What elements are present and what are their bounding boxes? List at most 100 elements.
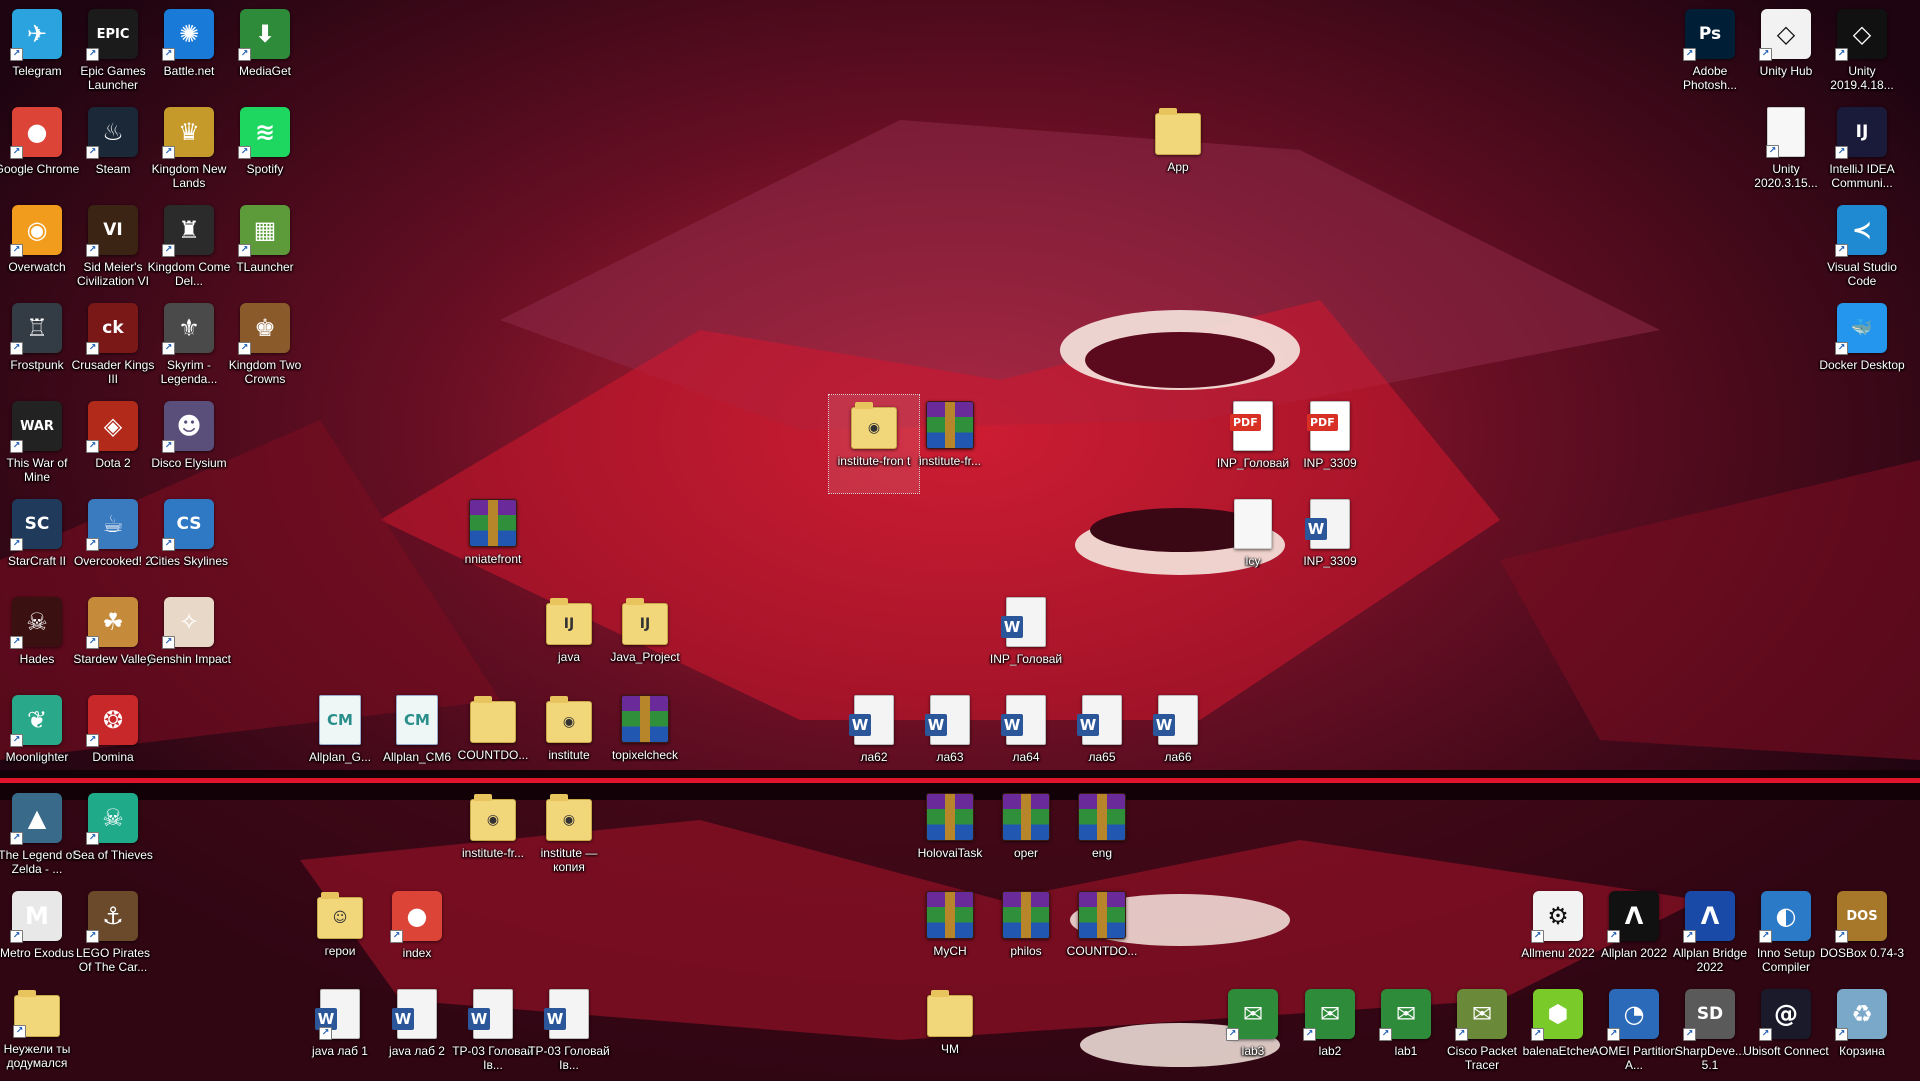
shortcut-arrow-icon: ↗ (1379, 1028, 1392, 1041)
shortcut-arrow-icon: ↗ (86, 832, 99, 845)
hades-icon: ☠ ↗ (10, 597, 62, 649)
desktop-icon-visual-studio-code[interactable]: ≺ ↗ Visual Studio Code (1817, 199, 1907, 297)
docker-icon: 🐳 ↗ (1835, 303, 1887, 355)
recycle-bin-icon: ♻ ↗ (1835, 989, 1887, 1041)
desktop-icon-java-project[interactable]: IJ Java_Project (600, 591, 690, 689)
shortcut-arrow-icon: ↗ (10, 832, 23, 845)
desktop-icon-label: Visual Studio Code (1827, 260, 1897, 288)
shortcut-arrow-icon: ↗ (10, 930, 23, 943)
folder-icon (927, 990, 973, 1037)
shortcut-arrow-icon: ↗ (86, 48, 99, 61)
cisco-packet-tracer-icon: ✉ ↗ (1455, 989, 1507, 1041)
desktop-icon-institute-копия[interactable]: ◉ institute — копия (524, 787, 614, 885)
desktop-icon-countdo[interactable]: COUNTDO... (1057, 885, 1147, 983)
epic-games-icon: EPIC ↗ (86, 9, 138, 61)
genshin-impact-icon: ✧ ↗ (162, 597, 214, 649)
civilization-icon: VI ↗ (86, 205, 138, 257)
desktop-icon-inp-3309[interactable]: W INP_3309 (1285, 493, 1375, 591)
desktop-icon-label: Корзина (1839, 1044, 1885, 1058)
desktop-icon-genshin-impact[interactable]: ✧ ↗ Genshin Impact (144, 591, 234, 689)
shortcut-arrow-icon: ↗ (1531, 1028, 1544, 1041)
shortcut-arrow-icon: ↗ (86, 440, 99, 453)
shortcut-arrow-icon: ↗ (238, 146, 251, 159)
cm-file-icon: CM (319, 695, 361, 745)
intellij-folder-icon: IJ (546, 598, 592, 645)
desktop-icon-eng[interactable]: eng (1057, 787, 1147, 885)
crusader-kings-icon: ck ↗ (86, 303, 138, 355)
desktop-icon-label: index (402, 946, 432, 960)
shortcut-arrow-icon: ↗ (1759, 1028, 1772, 1041)
pdf-file-icon: PDF (1307, 401, 1350, 451)
minecraft-block-icon: ▦ ↗ (238, 205, 290, 257)
packet-tracer-file-icon: ✉ ↗ (1303, 989, 1355, 1041)
desktop-icon-label: Genshin Impact (146, 652, 232, 666)
shortcut-arrow-icon: ↗ (162, 244, 175, 257)
shortcut-arrow-icon: ↗ (10, 734, 23, 747)
shortcut-arrow-icon: ↗ (86, 146, 99, 159)
folder-icon: ☺ (317, 892, 363, 939)
desktop-icon-inp-3309[interactable]: PDF INP_3309 (1285, 395, 1375, 493)
desktop-icon-label: institute-fr... (918, 454, 982, 468)
desktop-icon-docker-desktop[interactable]: 🐳 ↗ Docker Desktop (1817, 297, 1907, 395)
desktop-icon-тр-03-головай-ів[interactable]: W ТР-03 Головай Ів... (524, 983, 614, 1081)
overcooked-icon: ☕ ↗ (86, 499, 138, 551)
desktop-icon-label: LEGO Pirates Of The Car... (75, 946, 151, 974)
desktop-icon-label: ЧМ (941, 1042, 959, 1056)
shortcut-arrow-icon: ↗ (1303, 1028, 1316, 1041)
domina-icon: ❂ ↗ (86, 695, 138, 747)
shortcut-arrow-icon: ↗ (1455, 1028, 1468, 1041)
sea-of-thieves-icon: ☠ ↗ (86, 793, 138, 845)
desktop-icon-корзина[interactable]: ♻ ↗ Корзина (1817, 983, 1907, 1081)
desktop-icon-intellij-idea-communi[interactable]: IJ ↗ IntelliJ IDEA Communi... (1817, 101, 1907, 199)
desktop-icon-sea-of-thieves[interactable]: ☠ ↗ Sea of Thieves (68, 787, 158, 885)
desktop-icon-lego-pirates-of-the-car[interactable]: ⚓ ↗ LEGO Pirates Of The Car... (68, 885, 158, 983)
shortcut-arrow-icon: ↗ (162, 48, 175, 61)
balena-etcher-icon: ⬢ ↗ (1531, 989, 1583, 1041)
desktop-icon-disco-elysium[interactable]: ☻ ↗ Disco Elysium (144, 395, 234, 493)
desktop-icon-app[interactable]: App (1133, 101, 1223, 199)
word-document-icon: W (1001, 597, 1046, 647)
lego-pirates-icon: ⚓ ↗ (86, 891, 138, 943)
desktop-icon-ла66[interactable]: Wла66 (1133, 689, 1223, 787)
desktop-icon-label: Java_Project (610, 650, 680, 664)
telegram-icon: ✈ ↗ (10, 9, 62, 61)
desktop-icon-index[interactable]: ● ↗ index (372, 885, 462, 983)
desktop-icon-domina[interactable]: ❂ ↗ Domina (68, 689, 158, 787)
shortcut-arrow-icon: ↗ (10, 146, 23, 159)
chrome-folder-icon: ◉ (546, 696, 592, 743)
shortcut-arrow-icon: ↗ (1766, 145, 1779, 158)
shortcut-arrow-icon: ↗ (319, 1027, 332, 1040)
desktop-icon-label: INP_Головай (1216, 456, 1290, 470)
shortcut-arrow-icon: ↗ (86, 244, 99, 257)
desktop-icon-mediaget[interactable]: ⬇ ↗ MediaGet (220, 3, 310, 101)
ubisoft-connect-icon: @ ↗ (1759, 989, 1811, 1041)
shortcut-arrow-icon: ↗ (1607, 930, 1620, 943)
desktop-icon-label: lcy (1245, 554, 1261, 568)
kingdom-come-icon: ♜ ↗ (162, 205, 214, 257)
desktop-icon-label: topixelcheck (611, 748, 679, 762)
winrar-archive-icon (926, 891, 974, 939)
overwatch-icon: ◉ ↗ (10, 205, 62, 257)
desktop-icon-label: eng (1091, 846, 1113, 860)
word-document-icon: W (468, 989, 513, 1039)
desktop-icon-чм[interactable]: ЧМ (905, 983, 995, 1081)
desktop-icon-неужели-ты-додумался[interactable]: ↗ Неужели ты додумался (0, 983, 82, 1081)
desktop-icon-unity-2019-4-18[interactable]: ◇ ↗ Unity 2019.4.18... (1817, 3, 1907, 101)
desktop-icon-institute-fr[interactable]: institute-fr... (905, 395, 995, 493)
desktop-icon-spotify[interactable]: ≋ ↗ Spotify (220, 101, 310, 199)
allmenu-gear-icon: ⚙ ↗ (1531, 891, 1583, 943)
desktop-icon-nniatefront[interactable]: nniatefront (448, 493, 538, 591)
desktop-icon-cities-skylines[interactable]: CS ↗ Cities Skylines (144, 493, 234, 591)
shortcut-arrow-icon: ↗ (1683, 930, 1696, 943)
chrome-folder-icon: ◉ (546, 794, 592, 841)
desktop-icon-tlauncher[interactable]: ▦ ↗ TLauncher (220, 199, 310, 297)
shortcut-arrow-icon: ↗ (10, 440, 23, 453)
shortcut-arrow-icon: ↗ (238, 48, 251, 61)
desktop-icon-dosbox-0-74-3[interactable]: DOS ↗ DOSBox 0.74-3 (1817, 885, 1907, 983)
desktop-icon-topixelcheck[interactable]: topixelcheck (600, 689, 690, 787)
packet-tracer-file-icon: ✉ ↗ (1379, 989, 1431, 1041)
spotify-icon: ≋ ↗ (238, 107, 290, 159)
desktop-icon-inp-головай[interactable]: W INP_Головай (981, 591, 1071, 689)
desktop-icon-kingdom-two-crowns[interactable]: ♚ ↗ Kingdom Two Crowns (220, 297, 310, 395)
winrar-archive-icon (1078, 891, 1126, 939)
